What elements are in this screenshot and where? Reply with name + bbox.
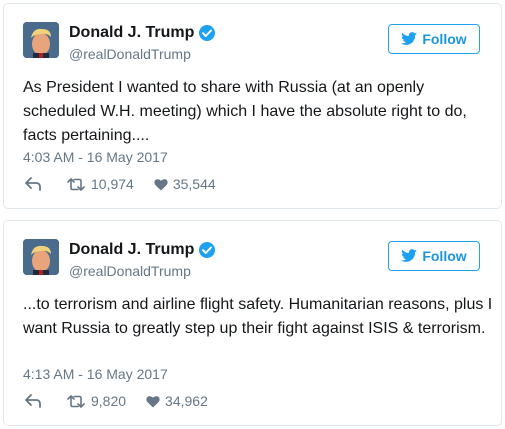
bird-icon xyxy=(401,32,418,46)
retweet-button[interactable]: 10,974 xyxy=(67,176,154,192)
like-button[interactable]: 35,544 xyxy=(154,176,216,192)
follow-label: Follow xyxy=(422,31,467,47)
verified-icon xyxy=(198,241,216,259)
reply-icon xyxy=(25,177,41,191)
retweet-count: 10,974 xyxy=(91,176,134,192)
reply-button[interactable] xyxy=(25,177,67,191)
display-name[interactable]: Donald J. Trump xyxy=(69,240,194,260)
follow-button[interactable]: Follow xyxy=(388,24,480,54)
tweet-card: Donald J. Trump @realDonaldTrump Follow … xyxy=(3,3,502,209)
reply-button[interactable] xyxy=(25,394,67,408)
name-row: Donald J. Trump xyxy=(69,240,216,260)
bird-icon xyxy=(401,249,418,263)
avatar[interactable] xyxy=(23,22,59,58)
like-count: 34,962 xyxy=(165,393,208,409)
follow-button[interactable]: Follow xyxy=(388,241,480,271)
tweet-card: Donald J. Trump @realDonaldTrump Follow … xyxy=(3,220,502,426)
user-handle[interactable]: @realDonaldTrump xyxy=(69,45,191,63)
like-icon xyxy=(154,178,168,190)
follow-label: Follow xyxy=(422,248,467,264)
verified-icon xyxy=(198,24,216,42)
reply-icon xyxy=(25,394,41,408)
user-handle[interactable]: @realDonaldTrump xyxy=(69,262,191,280)
retweet-icon xyxy=(67,394,85,408)
like-button[interactable]: 34,962 xyxy=(146,393,208,409)
display-name[interactable]: Donald J. Trump xyxy=(69,23,194,43)
tweet-actions: 9,820 34,962 xyxy=(25,393,208,409)
like-count: 35,544 xyxy=(172,176,216,192)
like-icon xyxy=(146,395,160,407)
tweet-text: ...to terrorism and airline flight safet… xyxy=(23,296,493,337)
timestamp[interactable]: 4:13 AM - 16 May 2017 xyxy=(23,365,168,383)
retweet-icon xyxy=(67,177,85,191)
timestamp[interactable]: 4:03 AM - 16 May 2017 xyxy=(23,148,168,166)
retweet-count: 9,820 xyxy=(91,393,127,409)
name-row: Donald J. Trump xyxy=(69,23,216,43)
tweet-actions: 10,974 35,544 xyxy=(25,176,216,192)
tweet-text: As President I wanted to share with Russ… xyxy=(23,79,467,144)
retweet-button[interactable]: 9,820 xyxy=(67,393,146,409)
avatar[interactable] xyxy=(23,239,59,275)
